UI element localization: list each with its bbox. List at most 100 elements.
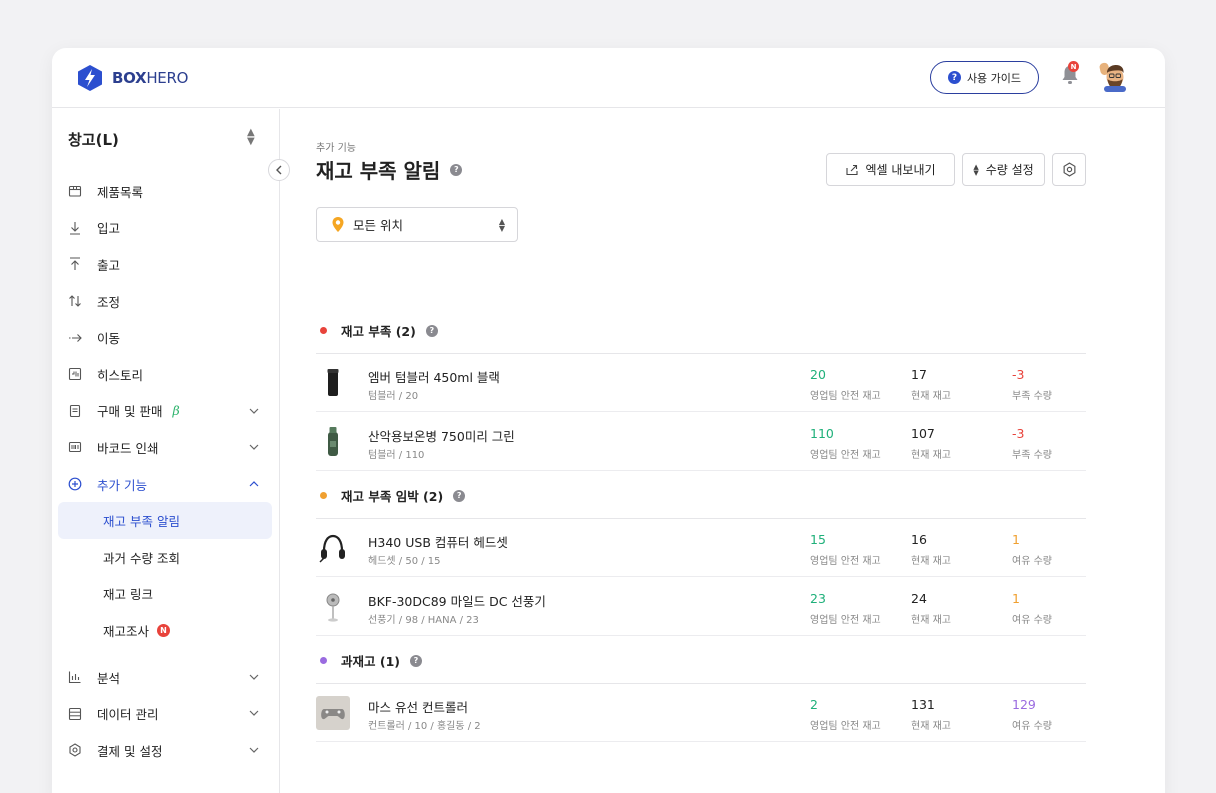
- history-icon: [68, 367, 82, 381]
- help-icon[interactable]: ?: [453, 489, 466, 502]
- beta-badge: β: [172, 403, 180, 419]
- sidebar-subitem-past-quantity[interactable]: 과거 수량 조회: [58, 539, 272, 576]
- top-bar: BOXHERO ? 사용 가이드 N: [52, 48, 1165, 108]
- sidebar-item-barcode[interactable]: 바코드 인쇄: [52, 429, 280, 466]
- product-thumbnail: [316, 366, 350, 400]
- sidebar-item-purchase-sales[interactable]: 구매 및 판매 β: [52, 393, 280, 430]
- sidebar-item-stock-in[interactable]: 입고: [52, 210, 280, 247]
- current-stock: 131 현재 재고: [911, 697, 951, 732]
- location-pin-icon: [332, 217, 344, 232]
- sidebar-item-stock-out[interactable]: 출고: [52, 246, 280, 283]
- select-arrows-icon: ▲ ▼: [498, 217, 505, 233]
- purple-dot-icon: [320, 657, 327, 664]
- product-thumbnail: [316, 425, 350, 459]
- current-stock-value: 24: [911, 591, 927, 606]
- user-guide-button[interactable]: ? 사용 가이드: [930, 61, 1039, 94]
- diff-quantity-value: -3: [1012, 367, 1025, 382]
- logo-icon: [78, 65, 102, 91]
- sidebar-subitem-low-stock-alert[interactable]: 재고 부족 알림: [58, 502, 272, 539]
- table-row[interactable]: 산악용보온병 750미리 그린 텀블러 / 110 110 영업팀 안전 재고 …: [316, 413, 1086, 471]
- settings-button[interactable]: [1052, 153, 1086, 186]
- chevron-up-icon: [249, 480, 259, 487]
- safety-stock: 20 영업팀 안전 재고: [810, 367, 881, 402]
- section-overstock: 과재고 (1) ?: [316, 651, 1086, 670]
- safety-stock-value: 20: [810, 367, 826, 382]
- help-icon[interactable]: ?: [425, 324, 438, 337]
- sidebar-item-history[interactable]: 히스토리: [52, 356, 280, 393]
- current-stock-label: 현재 재고: [911, 615, 951, 626]
- sidebar-item-label: 히스토리: [97, 367, 144, 383]
- product-subinfo: 선풍기 / 98 / HANA / 23: [368, 615, 479, 626]
- help-icon[interactable]: ?: [409, 654, 422, 667]
- chevron-down-icon: [249, 674, 259, 680]
- avatar[interactable]: [1098, 62, 1128, 92]
- chevron-down-icon: [249, 710, 259, 717]
- diff-quantity-value: 1: [1012, 532, 1020, 547]
- sidebar-item-move[interactable]: 이동: [52, 319, 280, 356]
- orange-dot-icon: [320, 492, 327, 499]
- safety-stock-value: 15: [810, 532, 826, 547]
- product-thumbnail: [316, 590, 350, 624]
- sidebar-subitem-stock-count[interactable]: 재고조사 N: [58, 612, 272, 649]
- current-stock-value: 131: [911, 697, 935, 712]
- boxhero-logo[interactable]: BOXHERO: [77, 64, 188, 92]
- chevron-left-icon: [276, 165, 282, 175]
- document-icon: [68, 404, 82, 418]
- section-title: 재고 부족 (2): [341, 324, 416, 339]
- table-row[interactable]: 엠버 텀블러 450ml 블랙 텀블러 / 20 20 영업팀 안전 재고 17…: [316, 354, 1086, 412]
- sidebar-item-add-ons[interactable]: 추가 기능: [52, 466, 280, 503]
- sidebar-item-products[interactable]: 제품목록: [52, 173, 280, 210]
- diff-quantity-label: 여유 수량: [1012, 615, 1052, 626]
- excel-export-button[interactable]: 엑셀 내보내기: [826, 153, 955, 186]
- table-row[interactable]: 마스 유선 컨트롤러 컨트롤러 / 10 / 홍길동 / 2 2 영업팀 안전 …: [316, 684, 1086, 742]
- chevron-down-icon: [249, 747, 259, 753]
- warehouse-switch-icon[interactable]: ▲ ▼: [247, 128, 255, 147]
- help-icon[interactable]: ?: [450, 163, 463, 176]
- sidebar: 창고(L) ▲ ▼ 제품목록 입고 출고 조정 이동 히스토리 구매 및 판매 …: [52, 109, 290, 793]
- diff-quantity: -3 부족 수량: [1012, 426, 1052, 461]
- current-stock: 24 현재 재고: [911, 591, 951, 626]
- sidebar-item-adjust[interactable]: 조정: [52, 283, 280, 320]
- plus-circle-icon: [68, 477, 82, 491]
- quantity-setting-label: 수량 설정: [985, 163, 1034, 177]
- section-near-low-stock: 재고 부족 임박 (2) ?: [316, 486, 1086, 505]
- sidebar-item-billing-settings[interactable]: 결제 및 설정: [52, 732, 280, 769]
- location-select-value: 모든 위치: [353, 218, 403, 233]
- sidebar-item-data-management[interactable]: 데이터 관리: [52, 695, 280, 732]
- new-badge: N: [157, 623, 171, 637]
- safety-stock-label: 영업팀 안전 재고: [810, 615, 881, 626]
- collapse-sidebar-button[interactable]: [268, 159, 290, 181]
- database-icon: [68, 707, 82, 721]
- section-title: 재고 부족 임박 (2): [341, 489, 444, 504]
- product-subinfo: 텀블러 / 110: [368, 450, 425, 461]
- product-name: BKF-30DC89 마일드 DC 선풍기: [368, 594, 546, 609]
- safety-stock: 2 영업팀 안전 재고: [810, 697, 881, 732]
- box-icon: [68, 184, 82, 198]
- product-thumbnail: [316, 696, 350, 730]
- sort-arrows-icon: ▲ ▼: [973, 162, 979, 177]
- safety-stock: 15 영업팀 안전 재고: [810, 532, 881, 567]
- table-row[interactable]: BKF-30DC89 마일드 DC 선풍기 선풍기 / 98 / HANA / …: [316, 578, 1086, 636]
- gear-icon: [68, 743, 82, 757]
- section-title: 과재고 (1): [341, 654, 400, 669]
- sidebar-item-analytics[interactable]: 분석: [52, 659, 280, 696]
- warehouse-name[interactable]: 창고(L): [68, 129, 119, 150]
- location-select[interactable]: 모든 위치 ▲ ▼: [316, 207, 518, 242]
- gear-icon: [1063, 162, 1075, 177]
- product-name: 산악용보온병 750미리 그린: [368, 429, 515, 444]
- quantity-setting-button[interactable]: ▲ ▼ 수량 설정: [962, 153, 1045, 186]
- current-stock-label: 현재 재고: [911, 391, 951, 402]
- chevron-down-icon: [249, 444, 259, 451]
- diff-quantity-label: 부족 수량: [1012, 450, 1052, 461]
- product-name: 엠버 텀블러 450ml 블랙: [368, 370, 500, 385]
- sidebar-item-label: 출고: [97, 257, 121, 273]
- product-subinfo: 컨트롤러 / 10 / 홍길동 / 2: [368, 721, 481, 732]
- question-icon: ?: [947, 71, 961, 84]
- table-row[interactable]: H340 USB 컴퓨터 헤드셋 헤드셋 / 50 / 15 15 영업팀 안전…: [316, 519, 1086, 577]
- diff-quantity-label: 여유 수량: [1012, 721, 1052, 732]
- product-subinfo: 텀블러 / 20: [368, 391, 419, 402]
- diff-quantity: 1 여유 수량: [1012, 532, 1052, 567]
- sidebar-subitem-stock-link[interactable]: 재고 링크: [58, 576, 272, 613]
- diff-quantity-label: 여유 수량: [1012, 556, 1052, 567]
